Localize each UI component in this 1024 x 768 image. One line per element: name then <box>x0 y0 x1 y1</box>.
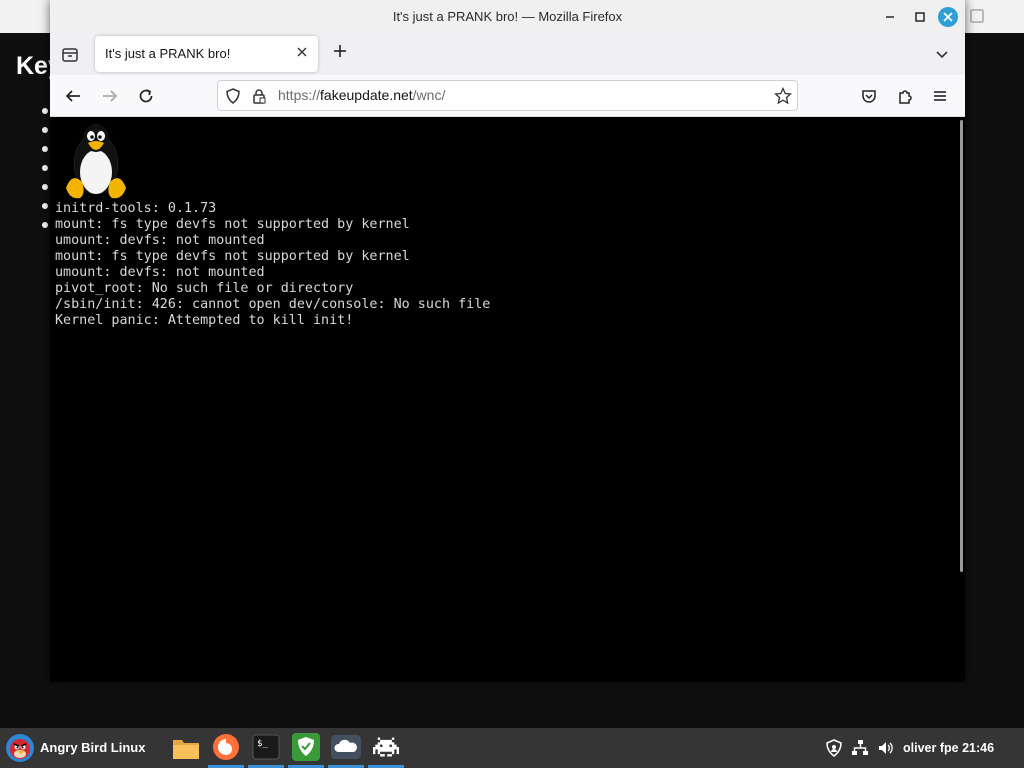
back-button[interactable] <box>62 85 84 107</box>
maximize-icon <box>915 12 925 22</box>
shield-icon <box>292 732 320 761</box>
arrow-right-icon <box>103 90 118 102</box>
star-icon <box>773 86 793 105</box>
taskbar-firefox[interactable] <box>208 728 244 768</box>
taskbar: Angry Bird Linux $_ oliver fpe 21:46 <box>0 728 1024 768</box>
close-icon <box>943 12 953 22</box>
tab-label: It's just a PRANK bro! <box>105 46 231 61</box>
space-invader-icon <box>373 737 399 756</box>
reload-icon <box>139 89 153 103</box>
tray-volume[interactable] <box>875 728 897 768</box>
address-bar[interactable]: https://fakeupdate.net/wnc/ <box>217 80 798 111</box>
firefox-icon <box>213 733 239 760</box>
console-line: umount: devfs: not mounted <box>55 265 265 280</box>
console-line: pivot_root: No such file or directory <box>55 281 354 296</box>
lock-icon <box>253 89 266 104</box>
firefox-window: It's just a PRANK bro! — Mozilla Firefox… <box>50 0 965 682</box>
list-all-tabs-button[interactable] <box>933 45 951 63</box>
bullet-icon <box>42 203 48 209</box>
clock-time: 21:46 <box>962 741 995 755</box>
tab-bar: It's just a PRANK bro! <box>50 33 965 75</box>
url-path: /wnc/ <box>412 87 446 103</box>
console-line: mount: fs type devfs not supported by ke… <box>55 249 410 264</box>
extensions-button[interactable] <box>894 85 916 107</box>
bullet-icon <box>42 165 48 171</box>
cloud-icon <box>331 734 361 759</box>
bullet-icon <box>42 108 48 114</box>
chevron-down-icon <box>936 51 948 59</box>
taskbar-game[interactable] <box>368 728 404 768</box>
application-menu-button[interactable] <box>929 85 951 107</box>
close-icon <box>297 47 307 57</box>
bookmark-star-button[interactable] <box>773 86 793 105</box>
taskbar-security[interactable] <box>288 728 324 768</box>
bullet-icon <box>42 146 48 152</box>
forward-button[interactable] <box>99 85 121 107</box>
background-window-restore-icon[interactable] <box>970 9 984 23</box>
username-label: oliver fpe <box>903 741 959 755</box>
page-content: initrd-tools: 0.1.73 mount: fs type devfs… <box>50 117 965 682</box>
tab-close-button[interactable] <box>293 45 311 63</box>
reload-button[interactable] <box>135 85 157 107</box>
maximize-button[interactable] <box>912 9 928 25</box>
bullet-icon <box>42 184 48 190</box>
taskbar-files[interactable] <box>168 728 204 768</box>
url-text[interactable]: https://fakeupdate.net/wnc/ <box>278 81 445 110</box>
minimize-button[interactable] <box>882 9 898 25</box>
new-tab-button[interactable] <box>329 43 351 65</box>
url-scheme: https:// <box>278 87 321 103</box>
taskbar-cloud[interactable] <box>328 728 364 768</box>
angry-bird-icon <box>6 734 34 762</box>
shield-icon <box>826 739 842 757</box>
console-line: Kernel panic: Attempted to kill init! <box>55 313 354 328</box>
close-window-button[interactable] <box>938 7 958 27</box>
taskbar-terminal[interactable]: $_ <box>248 728 284 768</box>
window-title: It's just a PRANK bro! — Mozilla Firefox <box>392 9 623 24</box>
firefox-view-button[interactable] <box>60 44 80 64</box>
network-icon <box>852 740 868 755</box>
start-menu-label: Angry Bird Linux <box>40 740 146 755</box>
scrollbar[interactable] <box>960 120 963 572</box>
site-security-lock-icon[interactable] <box>250 87 268 105</box>
firefox-view-icon <box>62 48 78 62</box>
volume-icon <box>879 742 893 754</box>
console-line: /sbin/init: 426: cannot open dev/console… <box>55 297 491 312</box>
tab-active[interactable]: It's just a PRANK bro! <box>95 36 318 72</box>
start-menu-button[interactable]: Angry Bird Linux <box>0 728 155 768</box>
bullet-icon <box>42 222 48 228</box>
tray-security[interactable] <box>823 728 845 768</box>
url-host: fakeupdate.net <box>320 87 413 103</box>
arrow-left-icon <box>65 90 80 102</box>
console-line: mount: fs type devfs not supported by ke… <box>55 217 410 232</box>
pocket-icon <box>862 90 876 103</box>
kernel-console-output: initrd-tools: 0.1.73 mount: fs type devfs… <box>55 201 490 329</box>
svg-text:$_: $_ <box>257 739 268 749</box>
console-line: umount: devfs: not mounted <box>55 233 265 248</box>
tracking-protection-shield-icon[interactable] <box>224 87 242 105</box>
plus-icon <box>334 45 346 57</box>
terminal-icon: $_ <box>252 734 280 759</box>
tray-network[interactable] <box>849 728 871 768</box>
puzzle-icon <box>899 90 912 104</box>
console-line: initrd-tools: 0.1.73 <box>55 201 217 216</box>
files-icon <box>173 740 199 759</box>
bullet-icon <box>42 127 48 133</box>
pocket-button[interactable] <box>858 85 880 107</box>
window-titlebar[interactable]: It's just a PRANK bro! — Mozilla Firefox <box>50 0 965 33</box>
navigation-toolbar: https://fakeupdate.net/wnc/ <box>50 75 965 117</box>
minimize-icon <box>886 16 894 18</box>
tux-penguin-icon <box>66 124 126 199</box>
tray-clock[interactable]: oliver fpe 21:46 <box>903 728 994 768</box>
shield-icon <box>226 88 240 104</box>
hamburger-menu-icon <box>934 91 946 101</box>
